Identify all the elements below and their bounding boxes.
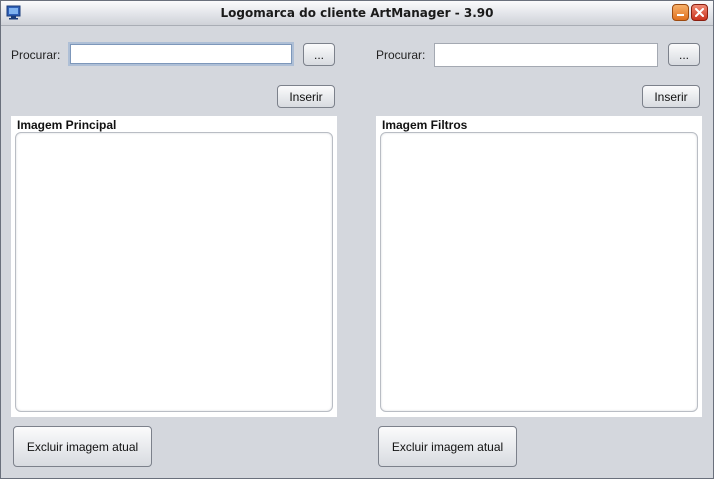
filter-image-area[interactable]: [380, 132, 698, 412]
main-image-area[interactable]: [15, 132, 333, 412]
app-window: Logomarca do cliente ArtManager - 3.90 P…: [0, 0, 714, 479]
left-browse-button[interactable]: ...: [303, 43, 335, 66]
left-search-label: Procurar:: [11, 48, 61, 62]
window-title: Logomarca do cliente ArtManager - 3.90: [220, 6, 494, 20]
left-insert-button[interactable]: Inserir: [277, 85, 335, 108]
main-image-panel: Imagem Principal: [11, 116, 337, 417]
right-search-label: Procurar:: [376, 48, 426, 62]
right-browse-button[interactable]: ...: [668, 43, 700, 66]
filter-image-title: Imagem Filtros: [382, 118, 468, 132]
right-search-input[interactable]: [434, 43, 658, 67]
minimize-button[interactable]: [672, 4, 689, 21]
title-bar[interactable]: Logomarca do cliente ArtManager - 3.90: [1, 1, 713, 26]
close-icon: [695, 8, 704, 17]
right-insert-button[interactable]: Inserir: [642, 85, 700, 108]
filter-image-panel: Imagem Filtros: [376, 116, 702, 417]
close-button[interactable]: [691, 4, 708, 21]
right-delete-image-button[interactable]: Excluir imagem atual: [378, 426, 517, 467]
main-image-title: Imagem Principal: [17, 118, 117, 132]
left-delete-image-button[interactable]: Excluir imagem atual: [13, 426, 152, 467]
left-search-input[interactable]: [68, 42, 294, 66]
